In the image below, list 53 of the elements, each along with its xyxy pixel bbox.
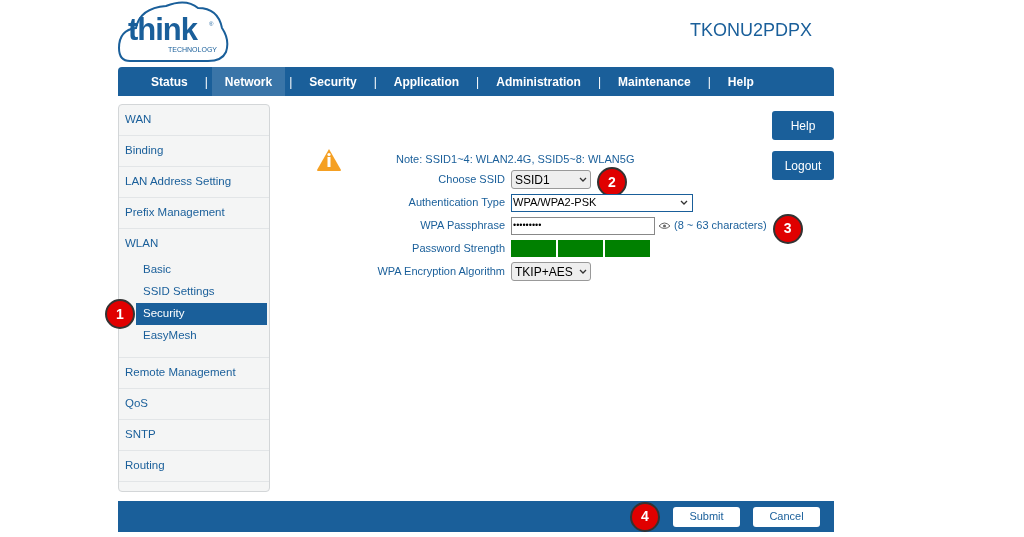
- sidebar-item[interactable]: QoS: [119, 389, 269, 419]
- sidebar-subitem[interactable]: SSID Settings: [136, 281, 267, 303]
- sidebar-item[interactable]: Prefix Management: [119, 198, 269, 228]
- callout-badge: 4: [630, 501, 660, 532]
- sidebar-item[interactable]: WLAN: [119, 229, 269, 259]
- caret-icon: [579, 177, 587, 182]
- nav-tab[interactable]: Status: [138, 67, 201, 96]
- callout-badge: 1: [105, 299, 135, 329]
- dropdown[interactable]: SSID1: [511, 170, 591, 189]
- cloud-icon: [118, 0, 230, 63]
- sidebar-item[interactable]: Remote Management: [119, 358, 269, 388]
- caret-icon: [680, 200, 688, 205]
- sidebar-subitem[interactable]: Basic: [136, 259, 267, 281]
- password-field[interactable]: •••••••••: [511, 216, 655, 235]
- sidebar-subitem[interactable]: Security: [136, 303, 267, 325]
- eye-icon[interactable]: [658, 221, 671, 230]
- field-label: Password Strength: [411, 241, 506, 257]
- sidebar-item[interactable]: LAN Address Setting: [119, 167, 269, 197]
- nav-tab[interactable]: Help: [714, 67, 767, 96]
- length-hint: (8 ~ 63 characters): [674, 218, 767, 234]
- field-label: WPA Passphrase: [419, 218, 506, 234]
- callout-badge: 2: [597, 167, 627, 197]
- nav-separator: |: [288, 73, 294, 91]
- sidebar-item[interactable]: SNTP: [119, 420, 269, 450]
- nav-tab[interactable]: Network: [211, 67, 286, 96]
- footer-button[interactable]: Submit: [673, 506, 740, 527]
- field-label: Choose SSID: [437, 172, 506, 188]
- side-button[interactable]: Help: [772, 111, 834, 140]
- nav-separator: |: [203, 73, 209, 91]
- nav-separator: |: [372, 73, 378, 91]
- nav-separator: |: [475, 73, 481, 91]
- dropdown[interactable]: TKIP+AES: [511, 262, 591, 281]
- caret-icon: [579, 269, 587, 274]
- device-name: TKONU2PDPX: [689, 19, 812, 42]
- warning-icon: [316, 148, 342, 172]
- dropdown[interactable]: WPA/WPA2-PSK: [511, 193, 693, 212]
- footer-button[interactable]: Cancel: [753, 506, 820, 527]
- nav-separator: |: [596, 73, 603, 91]
- sidebar-item[interactable]: Binding: [119, 136, 269, 166]
- nav-tab[interactable]: Administration: [483, 67, 594, 96]
- nav-tab[interactable]: Maintenance: [605, 67, 704, 96]
- field-label: Authentication Type: [407, 195, 506, 211]
- side-button[interactable]: Logout: [772, 151, 834, 180]
- nav-tab[interactable]: Security: [296, 67, 370, 96]
- nav-tab[interactable]: Application: [380, 67, 473, 96]
- note-text: Note: SSID1~4: WLAN2.4G, SSID5~8: WLAN5G: [396, 152, 635, 167]
- sidebar-item[interactable]: Routing: [119, 451, 269, 481]
- sidebar-subitem[interactable]: EasyMesh: [136, 325, 267, 347]
- logo-text: think: [128, 14, 198, 45]
- sidebar-item[interactable]: WAN: [119, 105, 269, 135]
- nav-separator: |: [706, 73, 712, 91]
- field-label: WPA Encryption Algorithm: [376, 264, 506, 280]
- callout-badge: 3: [772, 213, 803, 244]
